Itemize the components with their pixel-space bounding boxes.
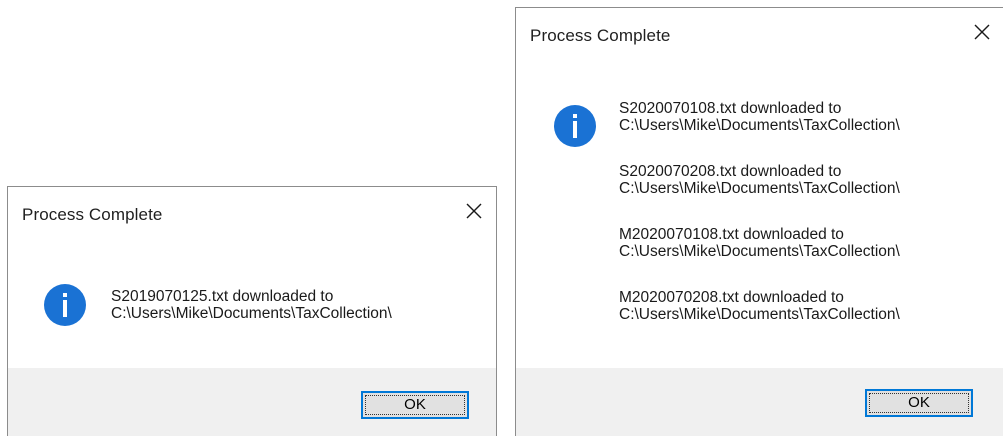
dialog-title: Process Complete xyxy=(22,205,163,224)
info-icon xyxy=(554,105,596,147)
message-box: Process Complete S2019070125.txt downloa… xyxy=(7,186,497,436)
message-item: S2020070208.txt downloaded to C:\Users\M… xyxy=(619,163,900,197)
message-box: Process Complete S2020070108.txt downloa… xyxy=(515,7,1003,436)
button-bar: OK xyxy=(8,368,496,436)
message-text: S2019070125.txt downloaded to C:\Users\M… xyxy=(111,288,392,322)
message-path-line: C:\Users\Mike\Documents\TaxCollection\ xyxy=(111,305,392,322)
message-item: S2020070108.txt downloaded to C:\Users\M… xyxy=(619,100,900,134)
message-item: M2020070108.txt downloaded to C:\Users\M… xyxy=(619,226,900,260)
message-filename-line: S2020070108.txt downloaded to xyxy=(619,100,842,117)
message-path-line: C:\Users\Mike\Documents\TaxCollection\ xyxy=(619,306,900,323)
ok-button[interactable]: OK xyxy=(865,389,973,417)
info-icon xyxy=(44,284,86,326)
message-path-line: C:\Users\Mike\Documents\TaxCollection\ xyxy=(619,117,900,134)
ok-button-label: OK xyxy=(404,396,426,413)
ok-button[interactable]: OK xyxy=(361,391,469,419)
message-text: S2020070108.txt downloaded to C:\Users\M… xyxy=(619,100,900,323)
close-icon xyxy=(974,24,990,40)
screen: Process Complete S2019070125.txt downloa… xyxy=(0,0,1003,436)
message-filename-line: S2020070208.txt downloaded to xyxy=(619,163,842,180)
ok-button-label: OK xyxy=(908,394,930,411)
close-icon xyxy=(466,203,482,219)
message-item: S2019070125.txt downloaded to C:\Users\M… xyxy=(111,288,392,322)
close-button[interactable] xyxy=(462,199,486,223)
close-button[interactable] xyxy=(970,20,994,44)
message-path-line: C:\Users\Mike\Documents\TaxCollection\ xyxy=(619,243,900,260)
message-path-line: C:\Users\Mike\Documents\TaxCollection\ xyxy=(619,180,900,197)
message-item: M2020070208.txt downloaded to C:\Users\M… xyxy=(619,289,900,323)
message-filename-line: S2019070125.txt downloaded to xyxy=(111,288,334,305)
message-filename-line: M2020070208.txt downloaded to xyxy=(619,289,844,306)
button-bar: OK xyxy=(516,368,1003,436)
dialog-title: Process Complete xyxy=(530,26,671,45)
message-filename-line: M2020070108.txt downloaded to xyxy=(619,226,844,243)
